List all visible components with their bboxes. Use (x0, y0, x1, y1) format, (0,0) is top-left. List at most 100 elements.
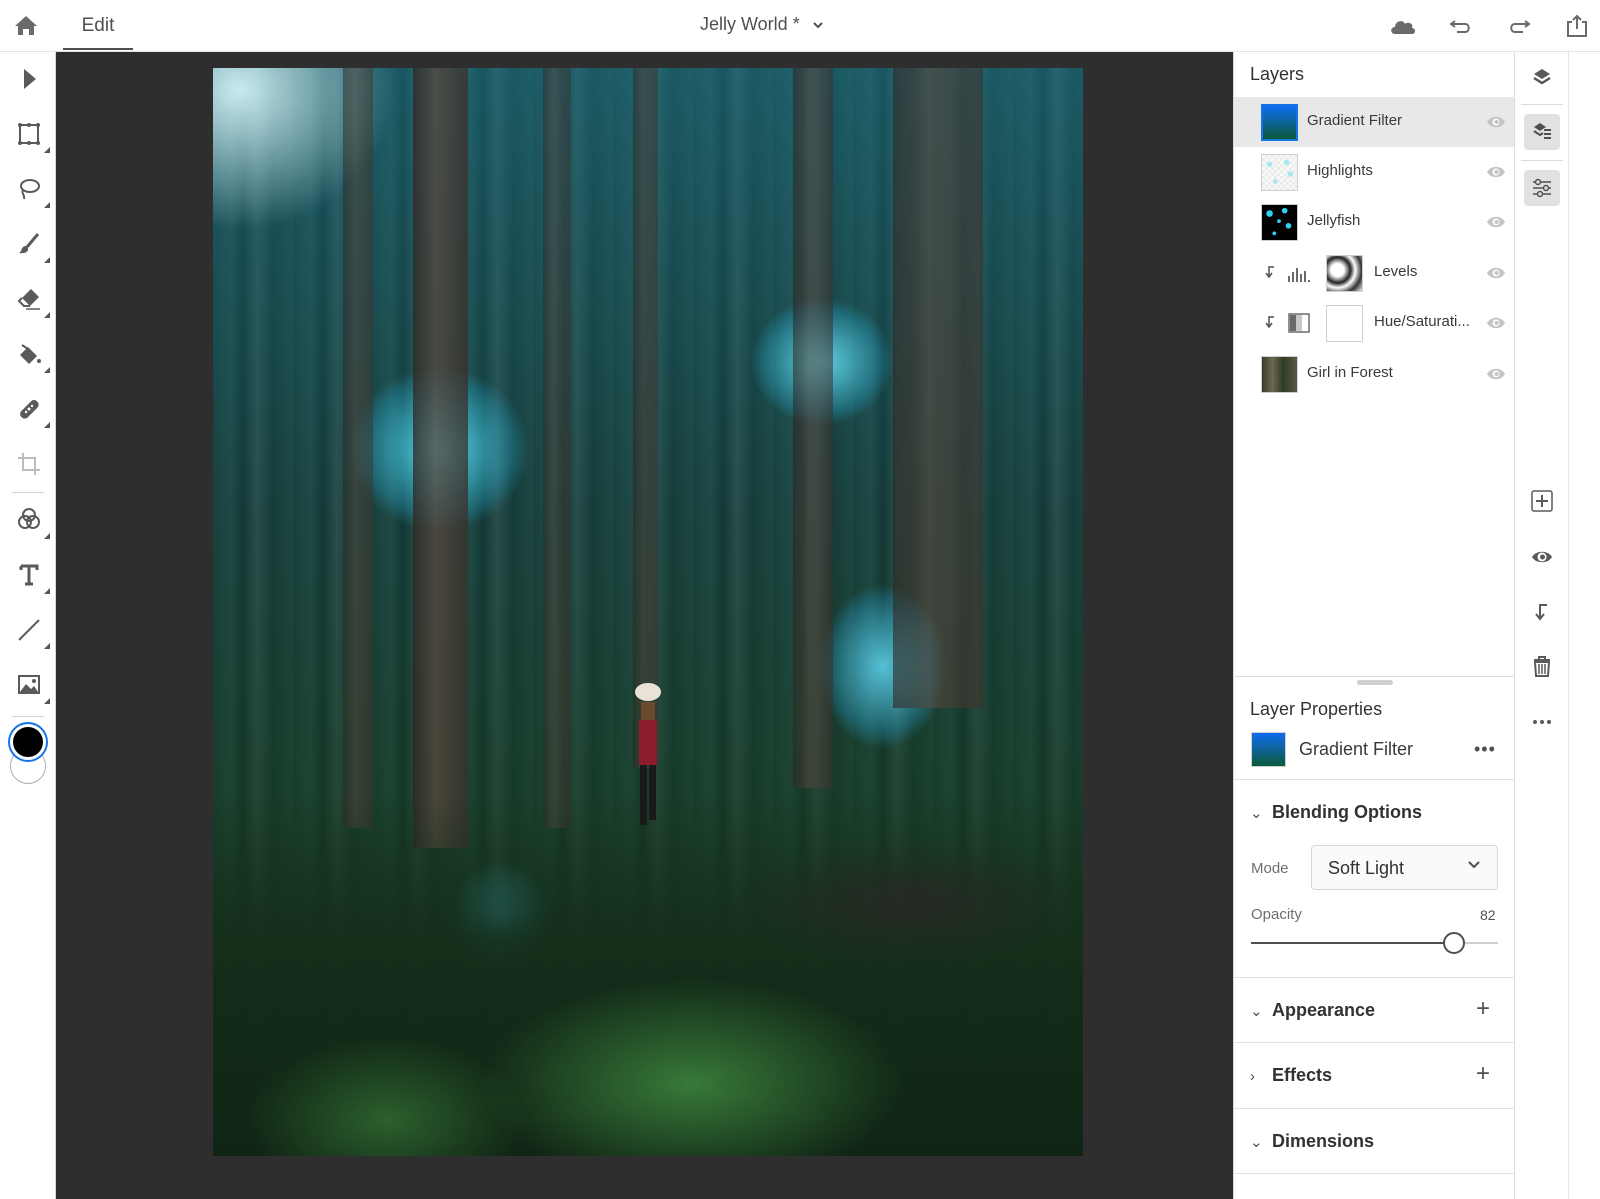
undo-icon (1449, 20, 1470, 33)
eraser-tool[interactable] (12, 282, 50, 318)
redo-button[interactable] (1504, 12, 1534, 40)
eye-icon[interactable] (1486, 115, 1506, 129)
section-divider (1234, 779, 1514, 780)
opacity-slider-thumb[interactable] (1442, 932, 1465, 954)
section-divider (1234, 1108, 1514, 1109)
line-tool[interactable] (12, 613, 50, 649)
fill-tool[interactable] (12, 337, 50, 373)
tree-trunk (543, 68, 571, 828)
select-tool[interactable] (12, 62, 46, 96)
top-bar: Edit Jelly World * (0, 0, 1600, 52)
image-icon (18, 675, 40, 694)
window-edge (1568, 52, 1600, 1199)
layer-details-button[interactable] (1524, 114, 1560, 150)
section-dimensions[interactable]: ⌄ Dimensions (1250, 1131, 1374, 1152)
add-layer-button[interactable] (1524, 484, 1560, 520)
layer-thumbnail (1261, 104, 1298, 141)
undo-button[interactable] (1446, 12, 1476, 40)
right-rail (1514, 52, 1568, 1199)
tree-trunk (343, 68, 373, 828)
chevron-right-icon: › (1250, 1068, 1255, 1085)
eye-icon[interactable] (1486, 316, 1506, 330)
home-icon (15, 16, 37, 35)
document-canvas-image[interactable] (213, 68, 1083, 1156)
section-effects[interactable]: › Effects (1250, 1065, 1332, 1086)
document-title: Jelly World * (700, 14, 800, 34)
layer-name: Highlights (1307, 162, 1373, 179)
layer-properties-panel: Layer Properties Gradient Filter ••• ⌄ Bl… (1233, 676, 1514, 1199)
type-tool[interactable] (12, 558, 50, 594)
eye-icon[interactable] (1486, 367, 1506, 381)
hue-saturation-icon (1288, 313, 1310, 333)
rail-divider (1521, 104, 1563, 105)
adjustment-tool[interactable] (12, 503, 50, 539)
add-layer-icon (1531, 490, 1553, 512)
layer-thumbnail (1261, 356, 1298, 393)
paint-bucket-icon (20, 344, 41, 364)
levels-histogram-icon (1288, 268, 1310, 282)
healing-tool[interactable] (12, 392, 50, 428)
layer-name: Gradient Filter (1307, 112, 1403, 129)
visibility-icon (1532, 551, 1552, 563)
layer-name: Hue/Saturati... (1374, 313, 1470, 330)
delete-layer-button[interactable] (1524, 649, 1560, 685)
layer-item-levels[interactable]: Levels (1234, 248, 1514, 298)
brush-tool[interactable] (12, 227, 50, 263)
layer-item-highlights[interactable]: Highlights (1234, 147, 1514, 197)
eye-icon[interactable] (1486, 165, 1506, 179)
clip-icon (1535, 604, 1547, 621)
opacity-slider[interactable] (1251, 932, 1498, 954)
transform-tool[interactable] (12, 117, 50, 153)
layer-item-jellyfish[interactable]: Jellyfish (1234, 197, 1514, 247)
opacity-value[interactable]: 82 (1480, 907, 1496, 923)
more-icon (1533, 720, 1551, 724)
adjustments-button[interactable] (1524, 170, 1560, 206)
place-image-tool[interactable] (12, 668, 50, 704)
section-title: Dimensions (1272, 1131, 1375, 1151)
panel-resize-handle[interactable] (1357, 680, 1393, 685)
eye-icon[interactable] (1486, 266, 1506, 280)
opacity-slider-fill (1251, 942, 1454, 944)
lasso-icon (20, 179, 40, 200)
chevron-down-icon: ⌄ (1250, 805, 1263, 822)
opacity-label: Opacity (1251, 906, 1302, 923)
layer-name: Girl in Forest (1307, 364, 1393, 381)
toggle-visibility-button[interactable] (1524, 539, 1560, 575)
section-blending-options[interactable]: ⌄ Blending Options (1250, 802, 1422, 823)
layers-panel: Layers Gradient Filter Highlights Jellyf… (1233, 52, 1514, 676)
more-options-button[interactable] (1524, 704, 1560, 740)
section-appearance[interactable]: ⌄ Appearance (1250, 1000, 1375, 1021)
tree-trunk (893, 68, 983, 708)
blend-mode-select[interactable]: Soft Light (1311, 845, 1498, 890)
layers-panel-button[interactable] (1524, 60, 1560, 96)
canvas-area[interactable] (56, 52, 1233, 1199)
layer-item-gradient-filter[interactable]: Gradient Filter (1234, 97, 1514, 147)
more-options-icon[interactable]: ••• (1474, 739, 1496, 760)
home-button[interactable] (12, 12, 40, 40)
add-appearance-icon[interactable]: + (1476, 995, 1490, 1023)
blend-mode-value: Soft Light (1328, 858, 1405, 878)
document-title-dropdown[interactable]: Jelly World * (700, 14, 900, 35)
layer-item-girl-in-forest[interactable]: Girl in Forest (1234, 349, 1514, 399)
crop-tool[interactable] (12, 447, 46, 481)
trash-icon (1533, 656, 1551, 677)
transform-icon (18, 123, 40, 145)
section-title: Effects (1272, 1065, 1333, 1085)
share-button[interactable] (1562, 12, 1592, 40)
foreground-color-swatch[interactable] (10, 724, 46, 760)
chevron-down-icon: ⌄ (1250, 1134, 1263, 1151)
layer-name: Levels (1374, 263, 1418, 280)
eye-icon[interactable] (1486, 215, 1506, 229)
layer-item-hue-saturation[interactable]: Hue/Saturati... (1234, 298, 1514, 348)
chevron-down-icon (1468, 861, 1480, 869)
adjustments-icon (1533, 178, 1551, 198)
tab-edit[interactable]: Edit (63, 0, 133, 50)
cloud-button[interactable] (1388, 12, 1418, 40)
add-effect-icon[interactable]: + (1476, 1060, 1490, 1088)
properties-layer-name: Gradient Filter (1299, 739, 1414, 759)
layers-panel-title: Layers (1250, 64, 1305, 84)
lasso-tool[interactable] (12, 172, 50, 208)
clip-layer-button[interactable] (1524, 594, 1560, 630)
tree-trunk (633, 68, 658, 768)
redo-icon (1510, 20, 1531, 33)
